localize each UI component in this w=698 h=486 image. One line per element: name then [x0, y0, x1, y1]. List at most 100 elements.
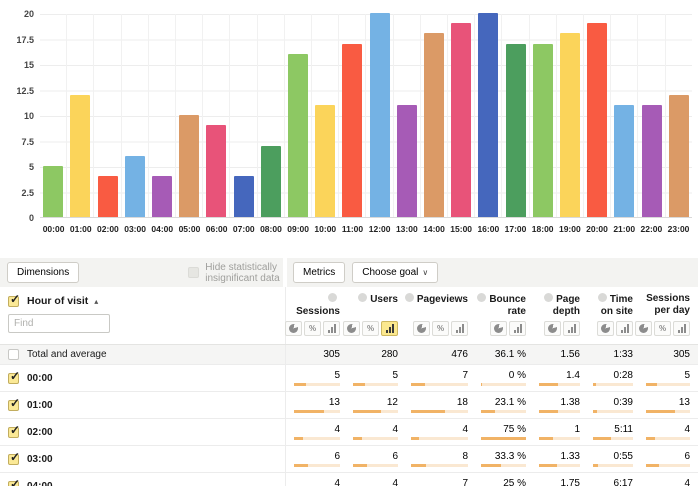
percent-chart-icon[interactable]: % — [304, 321, 321, 336]
sort-asc-icon[interactable]: ▴ — [94, 297, 98, 306]
chart-bar[interactable] — [125, 156, 145, 217]
chart-bar[interactable] — [234, 176, 254, 217]
row-checkbox[interactable] — [8, 373, 19, 384]
x-axis-tick-label: 13:00 — [393, 224, 420, 234]
choose-goal-dropdown[interactable]: Choose goal ∨ — [352, 262, 438, 283]
column-name-text[interactable]: Users — [370, 294, 398, 305]
chart-bar[interactable] — [478, 13, 498, 217]
row-checkbox[interactable] — [8, 427, 19, 438]
metric-value: 5 — [334, 370, 340, 381]
pie-chart-icon[interactable] — [285, 321, 302, 336]
chart-bar[interactable] — [614, 105, 634, 217]
select-all-hours-checkbox[interactable] — [8, 296, 19, 307]
column-name-text[interactable]: Time — [610, 294, 633, 305]
chart-bar[interactable] — [560, 33, 580, 217]
pie-chart-icon[interactable] — [343, 321, 360, 336]
column-name-text[interactable]: Pageviews — [417, 294, 468, 305]
x-axis-tick-label: 14:00 — [420, 224, 447, 234]
row-checkbox[interactable] — [8, 481, 19, 486]
chart-bar[interactable] — [315, 105, 335, 217]
find-input[interactable] — [8, 314, 110, 333]
total-row-checkbox[interactable] — [8, 349, 19, 360]
y-axis-tick-label: 10 — [0, 111, 34, 121]
column-name-text[interactable]: Sessions — [296, 306, 340, 317]
metric-bar-track — [353, 383, 398, 386]
total-metric-value: 280 — [381, 349, 398, 360]
metric-bar-fill — [353, 410, 381, 413]
help-icon[interactable] — [358, 293, 367, 302]
chart-bar[interactable] — [424, 33, 444, 217]
pie-chart-icon[interactable] — [597, 321, 614, 336]
column-name-text[interactable]: Page — [556, 294, 580, 305]
chart-bar[interactable] — [261, 146, 281, 217]
chart-bar[interactable] — [669, 95, 689, 217]
column-name-text[interactable]: per day — [654, 305, 690, 316]
bars-glyph — [514, 324, 522, 333]
column-name-line: rate — [477, 306, 526, 318]
chart-bar[interactable] — [206, 125, 226, 217]
bars-chart-icon[interactable] — [509, 321, 526, 336]
total-metric-cell: 305 — [638, 345, 695, 364]
chart-bar[interactable] — [288, 54, 308, 217]
metrics-button[interactable]: Metrics — [293, 262, 345, 283]
column-name-line: Pageviews — [405, 293, 468, 306]
column-name: Sessionsper day — [646, 293, 690, 318]
dimension-title[interactable]: Hour of visit — [27, 295, 88, 307]
chart-bar[interactable] — [642, 105, 662, 217]
help-icon[interactable] — [477, 293, 486, 302]
bars-chart-icon[interactable] — [673, 321, 690, 336]
row-checkbox[interactable] — [8, 400, 19, 411]
pie-glyph — [347, 324, 356, 333]
chart-bar-slot — [474, 14, 501, 217]
metric-bar-track — [411, 464, 468, 467]
chart-bar[interactable] — [152, 176, 172, 217]
chart-bar[interactable] — [506, 44, 526, 217]
chart-bar[interactable] — [70, 95, 90, 217]
column-name-text[interactable]: on site — [601, 306, 633, 317]
percent-chart-icon[interactable]: % — [654, 321, 671, 336]
chart-bar[interactable] — [98, 176, 118, 217]
help-icon[interactable] — [328, 293, 337, 302]
column-name-text[interactable]: rate — [508, 306, 526, 317]
chart-bar[interactable] — [397, 105, 417, 217]
metric-bar-fill — [539, 464, 557, 467]
help-icon[interactable] — [405, 293, 414, 302]
pie-glyph — [417, 324, 426, 333]
bars-chart-icon[interactable] — [381, 321, 398, 336]
bars-chart-icon[interactable] — [616, 321, 633, 336]
chart-bar[interactable] — [587, 23, 607, 217]
pie-chart-icon[interactable] — [544, 321, 561, 336]
x-axis-tick-label: 00:00 — [40, 224, 67, 234]
column-name-line: Time — [598, 293, 633, 306]
bars-chart-icon[interactable] — [323, 321, 340, 336]
chart-bar-slot — [311, 14, 338, 217]
help-icon[interactable] — [598, 293, 607, 302]
column-name-text[interactable]: Sessions — [646, 293, 690, 304]
help-icon[interactable] — [544, 293, 553, 302]
chart-bar[interactable] — [533, 44, 553, 217]
percent-chart-icon[interactable]: % — [362, 321, 379, 336]
chart-bar[interactable] — [342, 44, 362, 217]
column-name-text[interactable]: depth — [553, 306, 580, 317]
metric-value: 8 — [462, 451, 468, 462]
bars-chart-icon[interactable] — [451, 321, 468, 336]
percent-chart-icon[interactable]: % — [432, 321, 449, 336]
pie-chart-icon[interactable] — [490, 321, 507, 336]
x-axis-tick-label: 19:00 — [556, 224, 583, 234]
chart-bar[interactable] — [43, 166, 63, 217]
bars-chart-icon[interactable] — [563, 321, 580, 336]
total-metric-cell: 36.1 % — [473, 345, 531, 364]
metric-value: 0 % — [509, 370, 526, 381]
column-name-text[interactable]: Bounce — [489, 294, 526, 305]
hide-insignificant-checkbox[interactable] — [188, 267, 199, 278]
bars-glyph — [568, 324, 576, 333]
pie-chart-icon[interactable] — [635, 321, 652, 336]
chart-bar[interactable] — [179, 115, 199, 217]
metric-bar-track — [539, 383, 580, 386]
row-checkbox[interactable] — [8, 454, 19, 465]
dimensions-button[interactable]: Dimensions — [7, 262, 79, 283]
chart-bar[interactable] — [370, 13, 390, 217]
chart-bar[interactable] — [451, 23, 471, 217]
pie-chart-icon[interactable] — [413, 321, 430, 336]
chart-bar-slot — [229, 14, 256, 217]
